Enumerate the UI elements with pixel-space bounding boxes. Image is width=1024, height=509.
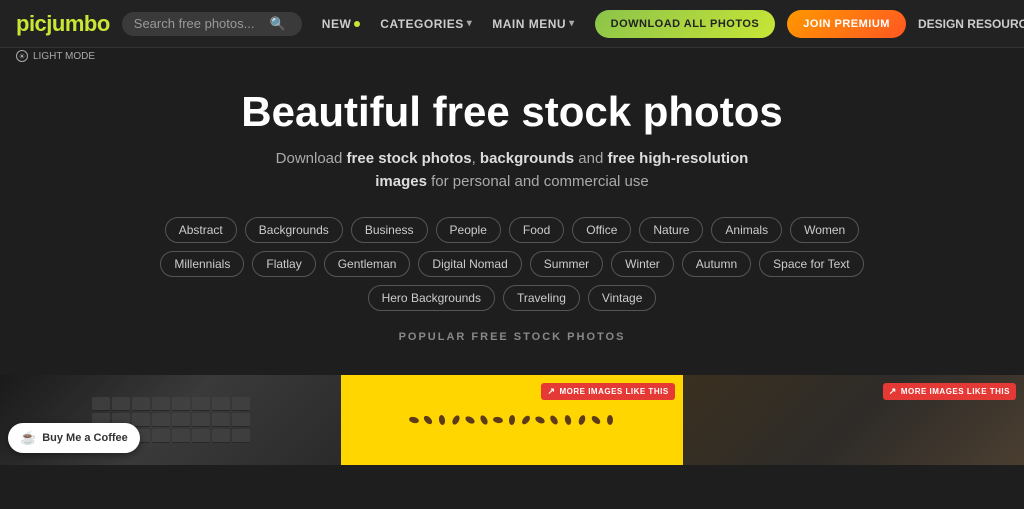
download-all-button[interactable]: DOWNLOAD ALL PHOTOS [595,10,776,38]
key [232,413,250,427]
bean [438,415,446,426]
bean [577,415,586,426]
key [172,413,190,427]
bean [534,415,546,425]
badge-label-3: MORE IMAGES LIKE THIS [901,387,1010,396]
tag-space-for-text[interactable]: Space for Text [759,251,864,277]
tag-office[interactable]: Office [572,217,631,243]
key [152,397,170,411]
key [152,429,170,443]
bean [479,414,489,426]
key [212,429,230,443]
main-content: ↗ MORE IMAGES LIKE THIS ↗ MORE IMAGES LI… [0,375,1024,465]
bean [509,415,516,425]
search-bar: 🔍 [122,12,302,36]
badge-label: MORE IMAGES LIKE THIS [559,387,668,396]
key [192,429,210,443]
bean [590,415,602,426]
hero-section: Beautiful free stock photos Download fre… [0,48,1024,375]
bean [493,416,504,424]
photo-grid: ↗ MORE IMAGES LIKE THIS ↗ MORE IMAGES LI… [0,375,1024,465]
key [132,413,150,427]
logo[interactable]: picjumbo [16,11,110,37]
key [172,429,190,443]
tag-flatlay[interactable]: Flatlay [252,251,315,277]
key [192,397,210,411]
tag-abstract[interactable]: Abstract [165,217,237,243]
join-premium-button[interactable]: JOIN PREMIUM [787,10,906,38]
key [112,397,130,411]
tag-autumn[interactable]: Autumn [682,251,751,277]
hero-title: Beautiful free stock photos [241,88,782,136]
tag-business[interactable]: Business [351,217,428,243]
tags-row-1: Abstract Backgrounds Business People Foo… [165,217,859,243]
tag-hero-backgrounds[interactable]: Hero Backgrounds [368,285,495,311]
bean [408,416,419,424]
badge-icon: ↗ [547,386,555,397]
bean [464,415,476,425]
badge-icon-3: ↗ [889,386,897,397]
tag-people[interactable]: People [436,217,501,243]
nav-categories[interactable]: CATEGORIES ▾ [372,13,480,35]
bean [549,414,560,426]
nav-links: NEW CATEGORIES ▾ MAIN MENU ▾ [314,13,583,35]
bean [564,415,572,426]
main-menu-arrow-icon: ▾ [569,18,575,29]
key [232,397,250,411]
tag-summer[interactable]: Summer [530,251,603,277]
key [92,397,110,411]
tags-row-3: Hero Backgrounds Traveling Vintage [368,285,657,311]
buy-me-coffee-button[interactable]: ☕ Buy Me a Coffee [8,423,140,453]
key [212,413,230,427]
tag-traveling[interactable]: Traveling [503,285,580,311]
photo-badge-3[interactable]: ↗ MORE IMAGES LIKE THIS [883,383,1016,400]
search-icon: 🔍 [270,16,286,32]
tag-vintage[interactable]: Vintage [588,285,656,311]
key [232,429,250,443]
light-mode-badge[interactable]: ☀ LIGHT MODE [16,50,95,62]
tag-food[interactable]: Food [509,217,564,243]
light-mode-icon: ☀ [16,50,28,62]
hero-subtitle: Download free stock photos, backgrounds … [262,148,762,193]
tag-winter[interactable]: Winter [611,251,674,277]
tag-digital-nomad[interactable]: Digital Nomad [418,251,521,277]
bean [451,414,461,426]
hero-bold-2: backgrounds [480,150,574,167]
hero-bold-1: free stock photos [347,150,472,167]
coffee-cup-icon: ☕ [20,430,36,446]
popular-label: POPULAR FREE STOCK PHOTOS [399,331,626,343]
categories-arrow-icon: ▾ [467,18,473,29]
nav-new[interactable]: NEW [314,13,369,35]
key [152,413,170,427]
navbar: picjumbo 🔍 NEW CATEGORIES ▾ MAIN MENU ▾ … [0,0,1024,48]
tag-millennials[interactable]: Millennials [160,251,244,277]
key [172,397,190,411]
tag-animals[interactable]: Animals [711,217,782,243]
tag-nature[interactable]: Nature [639,217,703,243]
search-input[interactable] [134,16,264,31]
tag-gentleman[interactable]: Gentleman [324,251,411,277]
nav-main-menu[interactable]: MAIN MENU ▾ [484,13,582,35]
tag-women[interactable]: Women [790,217,859,243]
light-mode-label: LIGHT MODE [33,51,95,62]
photo-card-3[interactable]: ↗ MORE IMAGES LIKE THIS [683,375,1024,465]
key [212,397,230,411]
coffee-btn-label: Buy Me a Coffee [42,432,128,444]
tag-backgrounds[interactable]: Backgrounds [245,217,343,243]
key [192,413,210,427]
bean [520,415,531,427]
bean [422,415,433,426]
new-dot [354,21,360,27]
design-resources-link[interactable]: DESIGN RESOURCES [918,17,1024,31]
bean [607,415,613,425]
tags-container: Abstract Backgrounds Business People Foo… [160,217,863,311]
photo-badge-2[interactable]: ↗ MORE IMAGES LIKE THIS [541,383,674,400]
key [132,397,150,411]
photo-card-2[interactable]: ↗ MORE IMAGES LIKE THIS [341,375,682,465]
tags-row-2: Millennials Flatlay Gentleman Digital No… [160,251,863,277]
